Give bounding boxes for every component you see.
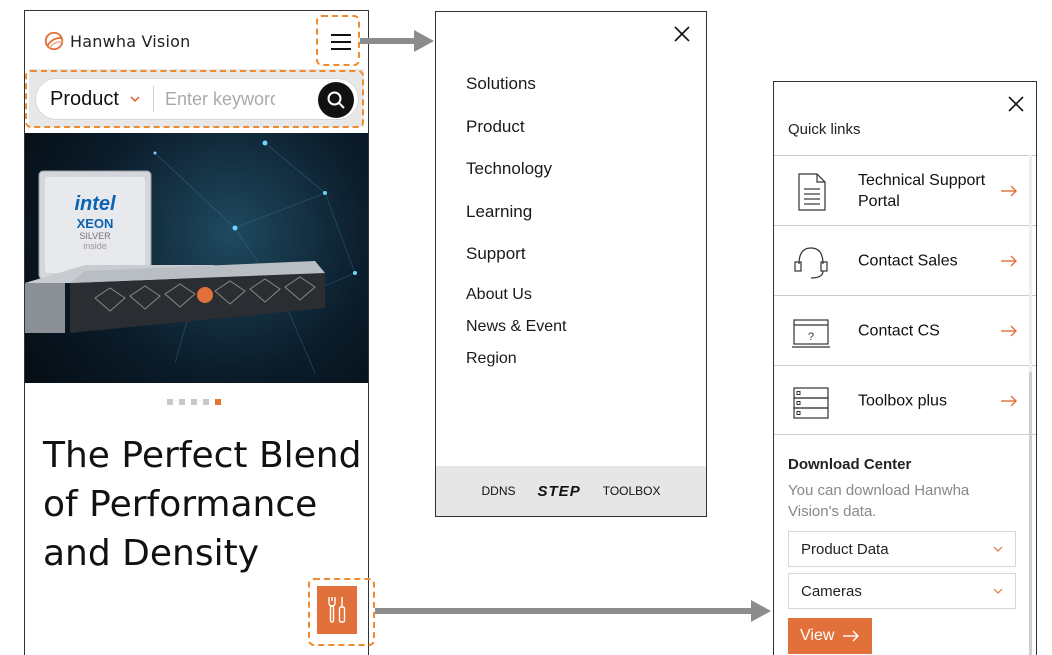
server-rack-icon bbox=[793, 387, 829, 419]
carousel-pager bbox=[167, 399, 221, 405]
quick-link-contact-cs[interactable]: ? Contact CS bbox=[774, 295, 1036, 365]
footer-link-toolbox[interactable]: TOOLBOX bbox=[603, 484, 661, 498]
category-select[interactable]: Cameras bbox=[788, 573, 1016, 609]
menu-item-product[interactable]: Product bbox=[466, 117, 552, 160]
search-input[interactable] bbox=[164, 88, 275, 110]
footer-link-ddns[interactable]: DDNS bbox=[482, 484, 516, 498]
sub-menu: About Us News & Event Region bbox=[466, 286, 566, 382]
menu-item-technology[interactable]: Technology bbox=[466, 159, 552, 202]
pager-dot[interactable] bbox=[191, 399, 197, 405]
data-type-select[interactable]: Product Data bbox=[788, 531, 1016, 567]
arrow-right-icon bbox=[1001, 185, 1017, 196]
arrow-right-icon bbox=[843, 630, 860, 642]
close-icon[interactable] bbox=[1006, 94, 1026, 114]
search-icon bbox=[327, 91, 345, 109]
quick-link-contact-sales[interactable]: Contact Sales bbox=[774, 225, 1036, 295]
quick-links-list: Technical Support Portal Contact Sales ?… bbox=[774, 155, 1036, 435]
close-icon[interactable] bbox=[672, 24, 692, 44]
hamburger-icon bbox=[330, 34, 351, 50]
arrow-to-quick-links bbox=[375, 600, 771, 622]
site-header: Hanwha Vision bbox=[25, 11, 368, 66]
quick-links-title: Quick links bbox=[788, 121, 861, 138]
arrow-to-menu bbox=[360, 30, 434, 52]
arrow-right-icon bbox=[1001, 255, 1017, 266]
brand-name: Hanwha Vision bbox=[70, 31, 191, 51]
menu-item-support[interactable]: Support bbox=[466, 244, 552, 287]
search-category-select[interactable]: Product bbox=[50, 88, 141, 111]
search-divider bbox=[152, 86, 154, 112]
footer-link-step[interactable]: STEP bbox=[538, 483, 581, 500]
pager-dot[interactable] bbox=[203, 399, 209, 405]
headset-icon bbox=[794, 247, 828, 279]
monitor-question-icon: ? bbox=[792, 319, 830, 348]
quick-link-label: Contact Sales bbox=[858, 252, 958, 269]
quick-link-technical-support[interactable]: Technical Support Portal bbox=[774, 155, 1036, 225]
quick-links-panel: Quick links Technical Support Portal Con… bbox=[773, 81, 1037, 655]
hero-headline: The Perfect Blend of Performance and Den… bbox=[43, 435, 362, 574]
view-button[interactable]: View bbox=[788, 618, 872, 654]
arrow-right-icon bbox=[1001, 395, 1017, 406]
pager-dot-active[interactable] bbox=[215, 399, 221, 405]
menu-item-about-us[interactable]: About Us bbox=[466, 286, 566, 318]
chevron-down-icon bbox=[993, 546, 1003, 552]
download-center-description: You can download Hanwha Vision's data. bbox=[788, 482, 970, 520]
download-center: Download Center You can download Hanwha … bbox=[774, 434, 1036, 654]
menu-item-region[interactable]: Region bbox=[466, 350, 566, 382]
search-button[interactable] bbox=[318, 82, 354, 118]
quick-link-label: Technical Support Portal bbox=[858, 171, 986, 210]
category-value: Cameras bbox=[801, 582, 862, 600]
download-center-title: Download Center bbox=[788, 456, 912, 473]
menu-item-solutions[interactable]: Solutions bbox=[466, 74, 552, 117]
menu-item-learning[interactable]: Learning bbox=[466, 202, 552, 245]
scrollbar-thumb[interactable] bbox=[1029, 372, 1032, 655]
search-bar: Product bbox=[35, 78, 359, 120]
chevron-down-icon bbox=[130, 96, 140, 103]
main-menu: Solutions Product Technology Learning Su… bbox=[466, 74, 552, 287]
data-type-value: Product Data bbox=[801, 540, 889, 558]
brand-logo[interactable]: Hanwha Vision bbox=[43, 30, 190, 52]
hero-banner[interactable]: intel XEON SILVER inside bbox=[25, 133, 368, 383]
document-icon bbox=[798, 173, 826, 211]
quick-link-toolbox-plus[interactable]: Toolbox plus bbox=[774, 365, 1036, 435]
server-illustration bbox=[25, 261, 325, 333]
navigation-menu: Solutions Product Technology Learning Su… bbox=[435, 11, 707, 517]
quick-link-label: Contact CS bbox=[858, 322, 940, 339]
menu-footer: DDNS STEP TOOLBOX bbox=[436, 466, 706, 516]
svg-text:?: ? bbox=[808, 331, 814, 343]
tools-icon bbox=[328, 597, 346, 623]
view-button-label: View bbox=[800, 627, 835, 644]
arrow-right-icon bbox=[1001, 325, 1017, 336]
menu-item-news-event[interactable]: News & Event bbox=[466, 318, 566, 350]
search-category-label: Product bbox=[50, 87, 119, 110]
pager-dot[interactable] bbox=[167, 399, 173, 405]
quick-link-label: Toolbox plus bbox=[858, 392, 947, 409]
hanwha-logo-icon bbox=[44, 31, 64, 51]
home-screen: Hanwha Vision Product Enter keyword inte… bbox=[24, 10, 369, 655]
chevron-down-icon bbox=[993, 588, 1003, 594]
quick-tools-button[interactable] bbox=[317, 586, 357, 634]
pager-dot[interactable] bbox=[179, 399, 185, 405]
menu-button[interactable] bbox=[322, 21, 359, 63]
search-area: Product bbox=[29, 69, 364, 127]
